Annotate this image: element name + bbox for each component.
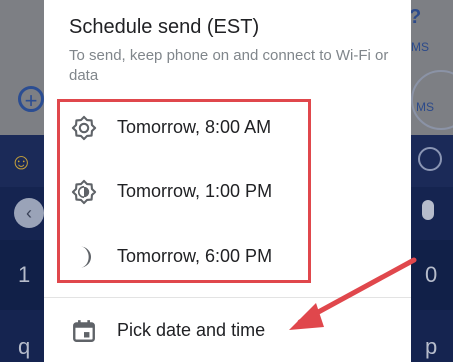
chevron-left-icon: ‹ xyxy=(14,198,44,228)
key-1: 1 xyxy=(18,262,31,287)
key-q: q xyxy=(18,334,31,359)
highlight-box xyxy=(57,99,311,283)
emoji-icon-right xyxy=(418,147,442,171)
dialog-title: Schedule send (EST) xyxy=(69,16,260,38)
background-ms-label-2: MS xyxy=(416,100,434,114)
emoji-icon: ☺ xyxy=(10,149,33,174)
calendar-icon xyxy=(73,320,95,342)
divider xyxy=(44,297,411,298)
background-ms-label: MS xyxy=(411,40,429,54)
mic-icon xyxy=(422,200,434,220)
dialog-subtitle: To send, keep phone on and connect to Wi… xyxy=(69,47,389,84)
key-p: p xyxy=(425,334,438,359)
pick-date-time-option[interactable]: Pick date and time xyxy=(56,300,396,362)
pick-date-time-label: Pick date and time xyxy=(117,320,266,340)
add-icon: + xyxy=(18,86,44,113)
key-0: 0 xyxy=(425,262,438,287)
